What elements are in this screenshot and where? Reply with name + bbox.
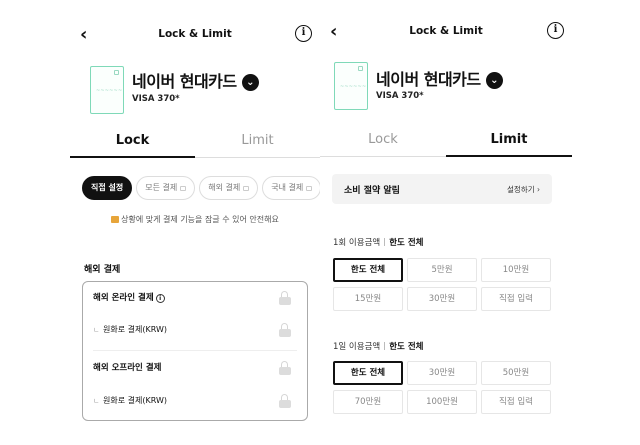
chevron-down-icon[interactable]: ⌄ xyxy=(485,72,503,89)
unlock-icon[interactable] xyxy=(279,323,291,337)
option-300k[interactable]: 30만원 xyxy=(407,287,477,311)
lock-icon xyxy=(306,186,313,191)
lock-notice: 상황에 맞게 결제 기능을 잠글 수 있어 안전해요 xyxy=(70,214,320,225)
info-icon[interactable]: i xyxy=(547,22,564,39)
info-icon[interactable]: i xyxy=(295,25,312,42)
lock-screen: ‹ Lock & Limit i ~~~~~~ 네이버 현대카드 ⌄ VISA 3… xyxy=(70,0,320,445)
lock-icon xyxy=(180,186,187,191)
option-300k[interactable]: 30만원 xyxy=(407,361,477,385)
option-50k[interactable]: 5만원 xyxy=(407,258,477,282)
unlock-icon[interactable] xyxy=(279,394,291,408)
card-image: ~~~~~~ xyxy=(90,66,124,114)
chevron-down-icon[interactable]: ⌄ xyxy=(241,74,259,91)
divider xyxy=(93,350,297,351)
overseas-online-row[interactable]: 해외 온라인 결제 i xyxy=(93,290,297,306)
chip-label: 모든 결제 xyxy=(145,183,178,192)
card-pattern: ~~~~~~ xyxy=(96,88,123,94)
card-name: 네이버 현대카드 xyxy=(376,70,481,89)
card-image: ~~~~~~ xyxy=(334,62,368,110)
overseas-lock-list: 해외 온라인 결제i 원화로 결제(KRW) 해외 오프라인 결제 원화로 결제… xyxy=(82,281,308,421)
limit-value: 한도 전체 xyxy=(389,342,424,352)
unlock-icon[interactable] xyxy=(279,291,291,305)
card-chip-icon xyxy=(114,70,119,75)
option-700k[interactable]: 70만원 xyxy=(333,390,403,414)
chip-all-payments[interactable]: 모든 결제 xyxy=(136,176,196,200)
card-name: 네이버 현대카드 xyxy=(132,72,237,91)
alert-settings-link[interactable]: 설정하기 › xyxy=(507,184,540,195)
tab-limit[interactable]: Limit xyxy=(195,128,320,154)
limit-value: 한도 전체 xyxy=(389,238,424,248)
overseas-offline-row[interactable]: 해외 오프라인 결제 xyxy=(93,360,297,376)
tab-bar: Lock Limit xyxy=(70,128,320,158)
alert-label: 소비 절약 알림 xyxy=(344,186,400,196)
option-150k[interactable]: 15만원 xyxy=(333,287,403,311)
lock-filter-chips: 직접 설정 모든 결제 해외 결제 국내 결제 xyxy=(82,175,320,201)
spending-alert-row[interactable]: 소비 절약 알림 설정하기 › xyxy=(332,174,552,204)
card-name-selector[interactable]: 네이버 현대카드 ⌄ xyxy=(132,68,259,92)
chip-overseas-payments[interactable]: 해외 결제 xyxy=(199,176,259,200)
tab-lock[interactable]: Lock xyxy=(320,127,446,153)
page-title: Lock & Limit xyxy=(409,25,483,37)
per-use-limit-title: 1회 이용금액 한도 전체 xyxy=(333,236,423,248)
row-label: 원화로 결제(KRW) xyxy=(103,396,167,405)
option-500k[interactable]: 50만원 xyxy=(481,361,551,385)
limit-screen: ‹ Lock & Limit i ~~~~~~ 네이버 현대카드 ⌄ VISA 3… xyxy=(320,0,572,445)
option-100k[interactable]: 10만원 xyxy=(481,258,551,282)
option-full-limit[interactable]: 한도 전체 xyxy=(333,258,403,282)
unlock-icon[interactable] xyxy=(279,361,291,375)
top-bar: ‹ Lock & Limit i xyxy=(70,22,320,50)
overseas-offline-krw-row[interactable]: 원화로 결제(KRW) xyxy=(93,393,297,409)
lock-icon xyxy=(111,216,120,223)
card-name-selector[interactable]: 네이버 현대카드 ⌄ xyxy=(376,66,503,90)
chip-domestic-payments[interactable]: 국내 결제 xyxy=(262,176,320,200)
tab-limit[interactable]: Limit xyxy=(446,127,572,157)
chip-label: 국내 결제 xyxy=(271,183,304,192)
option-custom-input[interactable]: 직접 입력 xyxy=(481,390,551,414)
notice-text: 상황에 맞게 결제 기능을 잠글 수 있어 안전해요 xyxy=(121,215,279,224)
tab-bar: Lock Limit xyxy=(320,127,572,157)
per-day-limit-title: 1일 이용금액 한도 전체 xyxy=(333,340,423,352)
section-title: 해외 결제 xyxy=(84,265,121,275)
info-icon[interactable]: i xyxy=(155,294,165,303)
chip-label: 직접 설정 xyxy=(91,183,124,192)
page-title: Lock & Limit xyxy=(158,28,232,40)
card-number: VISA 370* xyxy=(376,91,424,101)
row-label: 해외 오프라인 결제 xyxy=(93,363,162,373)
limit-label: 1회 이용금액 xyxy=(333,238,381,248)
row-label: 해외 온라인 결제 xyxy=(93,293,154,303)
chip-custom[interactable]: 직접 설정 xyxy=(82,176,133,200)
card-number: VISA 370* xyxy=(132,94,180,104)
option-full-limit[interactable]: 한도 전체 xyxy=(333,361,403,385)
overseas-online-krw-row[interactable]: 원화로 결제(KRW) xyxy=(93,322,297,338)
card-chip-icon xyxy=(358,66,363,71)
option-1m[interactable]: 100만원 xyxy=(407,390,477,414)
top-bar: ‹ Lock & Limit i xyxy=(320,19,572,47)
card-pattern: ~~~~~~ xyxy=(340,84,367,90)
row-label: 원화로 결제(KRW) xyxy=(103,325,167,334)
chip-label: 해외 결제 xyxy=(208,183,241,192)
tab-lock[interactable]: Lock xyxy=(70,128,195,158)
lock-icon xyxy=(243,186,250,191)
limit-label: 1일 이용금액 xyxy=(333,342,381,352)
option-custom-input[interactable]: 직접 입력 xyxy=(481,287,551,311)
